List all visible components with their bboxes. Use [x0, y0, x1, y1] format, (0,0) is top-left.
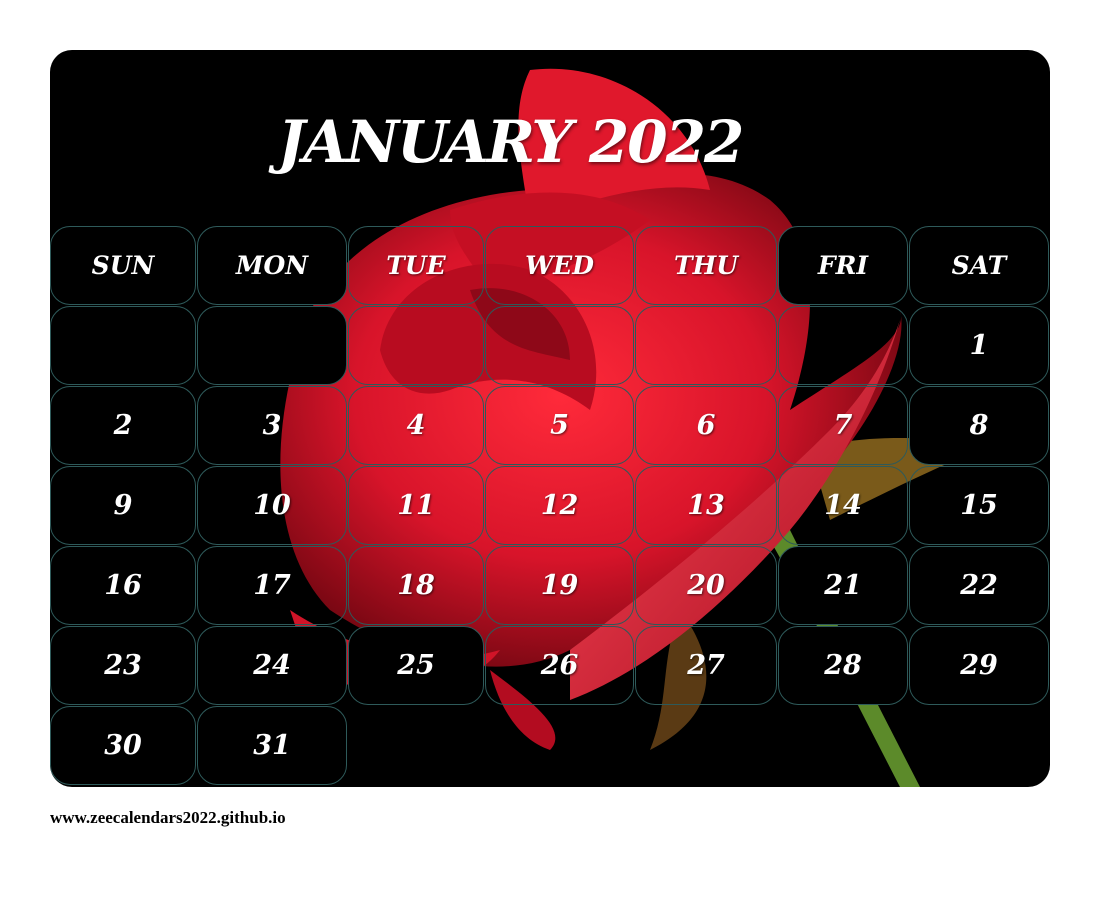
day-cell-16[interactable]: 16 — [50, 546, 196, 625]
day-cell-19[interactable]: 19 — [485, 546, 634, 625]
weekday-header-thu: THU — [635, 226, 777, 305]
day-cell-23[interactable]: 23 — [50, 626, 196, 705]
day-cell-28[interactable]: 28 — [778, 626, 908, 705]
day-cell-18[interactable]: 18 — [348, 546, 484, 625]
calendar-card: JANUARY 2022 SUN MON TUE WED THU FRI SAT 1 2 3 4 5 6… — [50, 50, 1050, 787]
day-cell-5[interactable]: 5 — [485, 386, 634, 465]
empty-day-cell — [50, 306, 196, 385]
empty-day-cell — [778, 306, 908, 385]
weekday-header-mon: MON — [197, 226, 347, 305]
empty-day-cell — [197, 306, 347, 385]
day-cell-29[interactable]: 29 — [909, 626, 1049, 705]
day-cell-31[interactable]: 31 — [197, 706, 347, 785]
weekday-header-sun: SUN — [50, 226, 196, 305]
day-cell-10[interactable]: 10 — [197, 466, 347, 545]
day-cell-15[interactable]: 15 — [909, 466, 1049, 545]
weekday-header-fri: FRI — [778, 226, 908, 305]
day-cell-11[interactable]: 11 — [348, 466, 484, 545]
empty-day-cell — [348, 306, 484, 385]
day-cell-25[interactable]: 25 — [348, 626, 484, 705]
day-cell-22[interactable]: 22 — [909, 546, 1049, 625]
day-cell-30[interactable]: 30 — [50, 706, 196, 785]
day-cell-26[interactable]: 26 — [485, 626, 634, 705]
day-cell-8[interactable]: 8 — [909, 386, 1049, 465]
day-cell-9[interactable]: 9 — [50, 466, 196, 545]
day-cell-6[interactable]: 6 — [635, 386, 777, 465]
day-cell-27[interactable]: 27 — [635, 626, 777, 705]
weekday-header-wed: WED — [485, 226, 634, 305]
empty-day-cell — [635, 306, 777, 385]
weekday-header-sat: SAT — [909, 226, 1049, 305]
day-cell-17[interactable]: 17 — [197, 546, 347, 625]
day-cell-3[interactable]: 3 — [197, 386, 347, 465]
day-cell-12[interactable]: 12 — [485, 466, 634, 545]
month-title: JANUARY 2022 — [277, 108, 745, 176]
day-cell-13[interactable]: 13 — [635, 466, 777, 545]
day-cell-14[interactable]: 14 — [778, 466, 908, 545]
day-cell-7[interactable]: 7 — [778, 386, 908, 465]
day-cell-24[interactable]: 24 — [197, 626, 347, 705]
day-cell-4[interactable]: 4 — [348, 386, 484, 465]
weekday-header-tue: TUE — [348, 226, 484, 305]
day-cell-20[interactable]: 20 — [635, 546, 777, 625]
footer-url[interactable]: www.zeecalendars2022.github.io — [50, 808, 286, 828]
empty-day-cell — [485, 306, 634, 385]
day-cell-1[interactable]: 1 — [909, 306, 1049, 385]
day-cell-21[interactable]: 21 — [778, 546, 908, 625]
day-cell-2[interactable]: 2 — [50, 386, 196, 465]
